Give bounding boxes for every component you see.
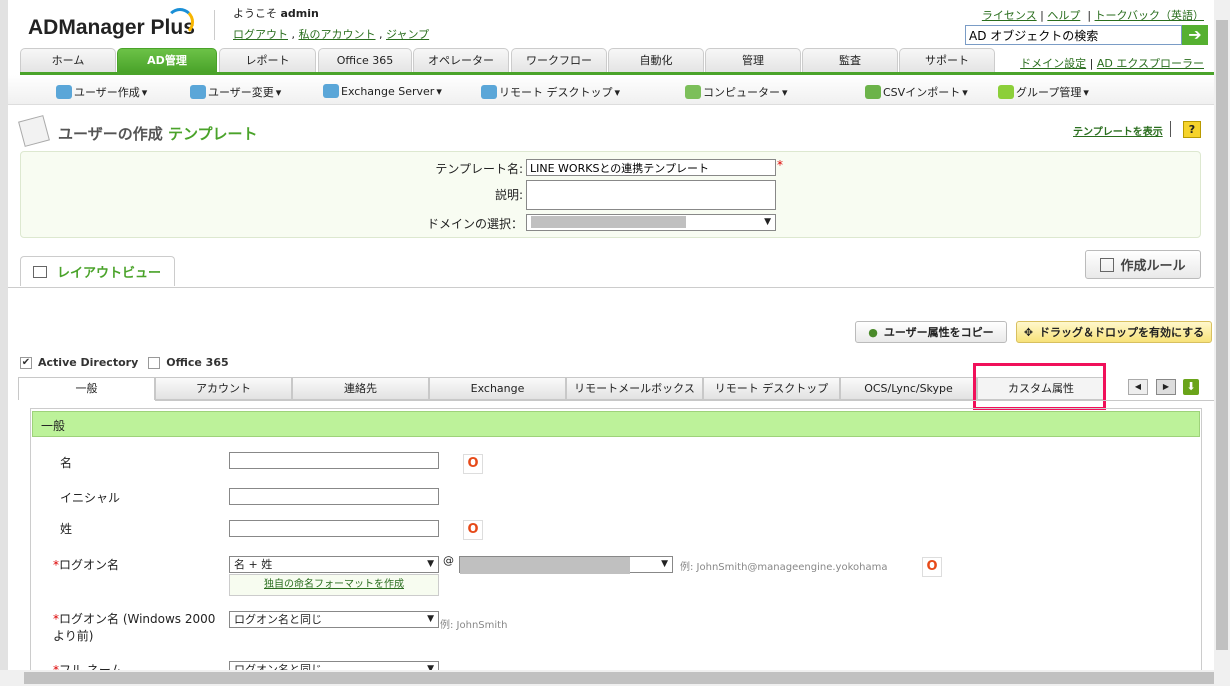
submenu-group-management[interactable]: グループ管理 ▾ bbox=[998, 84, 1089, 100]
last-name-label: 姓 bbox=[60, 522, 73, 536]
tab-audit[interactable]: 監査 bbox=[802, 48, 898, 72]
welcome-text: ようこそ bbox=[233, 7, 277, 20]
vertical-scrollbar[interactable] bbox=[1214, 0, 1230, 670]
first-name-label: 名 bbox=[60, 456, 73, 470]
active-directory-checkbox[interactable]: ✔ bbox=[20, 356, 32, 369]
template-name-input[interactable] bbox=[526, 159, 776, 176]
tab-exchange[interactable]: Exchange bbox=[429, 377, 566, 400]
submenu-computer[interactable]: コンピューター ▾ bbox=[685, 84, 788, 100]
tab-scroll-left-button[interactable]: ◀ bbox=[1128, 379, 1148, 395]
last-name-input[interactable] bbox=[229, 520, 439, 537]
custom-naming-format-link[interactable]: 独自の命名フォーマットを作成 bbox=[264, 579, 404, 590]
logout-link[interactable]: ログアウト bbox=[233, 28, 288, 41]
submenu-remote-desktop[interactable]: リモート デスクトップ ▾ bbox=[481, 84, 620, 100]
ad-explorer-link[interactable]: AD エクスプローラー bbox=[1097, 57, 1204, 70]
template-icon bbox=[18, 115, 50, 147]
tab-ocs-lync-skype[interactable]: OCS/Lync/Skype bbox=[840, 377, 977, 400]
help-button[interactable]: ? bbox=[1183, 121, 1201, 138]
creation-rules-button[interactable]: 作成ルール bbox=[1085, 250, 1201, 279]
tab-home[interactable]: ホーム bbox=[20, 48, 116, 72]
user-remote-icon bbox=[481, 85, 497, 99]
user-mail-icon bbox=[323, 84, 339, 98]
tab-general[interactable]: 一般 bbox=[18, 377, 155, 400]
layout-view-tab[interactable]: レイアウトビュー bbox=[20, 256, 175, 286]
my-account-link[interactable]: 私のアカウント bbox=[299, 28, 376, 41]
submenu-create-user[interactable]: ユーザー作成 ▾ bbox=[56, 84, 147, 100]
pre2000-logon-label: ログオン名 (Windows 2000 より前) bbox=[53, 612, 216, 643]
tab-dropdown-button[interactable]: ⬇ bbox=[1183, 379, 1199, 395]
tab-account[interactable]: アカウント bbox=[155, 377, 292, 400]
domain-settings-link[interactable]: ドメイン設定 bbox=[1020, 57, 1086, 70]
first-name-input[interactable] bbox=[229, 452, 439, 469]
divider bbox=[1170, 121, 1171, 137]
template-name-label: テンプレート名: bbox=[435, 162, 523, 176]
tab-scroll-right-button[interactable]: ▶ bbox=[1156, 379, 1176, 395]
enable-drag-drop-button[interactable]: ✥ ドラッグ＆ドロップを有効にする bbox=[1016, 321, 1212, 343]
initials-input[interactable] bbox=[229, 488, 439, 505]
show-template-link[interactable]: テンプレートを表示 bbox=[1073, 123, 1163, 138]
page-title: ユーザーの作成 テンプレート bbox=[58, 125, 258, 143]
search-go-button[interactable]: ➔ bbox=[1182, 25, 1208, 45]
section-header: 一般 bbox=[32, 411, 1200, 437]
license-link[interactable]: ライセンス bbox=[982, 9, 1037, 22]
logon-name-format-select[interactable]: 名 + 姓 ▼ bbox=[229, 556, 439, 573]
office365-icon[interactable]: O bbox=[463, 520, 483, 540]
divider bbox=[8, 287, 1214, 288]
logo-arc-icon bbox=[166, 8, 194, 36]
at-sign: @ bbox=[443, 554, 454, 567]
divider bbox=[155, 400, 1214, 401]
tab-admin[interactable]: 管理 bbox=[705, 48, 801, 72]
pre2000-logon-select[interactable]: ログオン名と同じ ▼ bbox=[229, 611, 439, 628]
username: admin bbox=[280, 7, 319, 20]
logon-example: 例: JohnSmith@manageengine.yokohama bbox=[680, 562, 888, 573]
tab-automation[interactable]: 自動化 bbox=[608, 48, 704, 72]
user-add-icon bbox=[56, 85, 72, 99]
tab-remote-desktop[interactable]: リモート デスクトップ bbox=[703, 377, 840, 400]
jump-link[interactable]: ジャンプ bbox=[386, 28, 429, 41]
submenu-csv-import[interactable]: CSVインポート ▾ bbox=[865, 84, 968, 100]
copy-user-attributes-button[interactable]: ● ユーザー属性をコピー bbox=[855, 321, 1007, 343]
layout-icon bbox=[33, 265, 47, 278]
submenu-modify-user[interactable]: ユーザー変更 ▾ bbox=[190, 84, 281, 100]
ad-object-search-input[interactable] bbox=[965, 25, 1182, 45]
user-edit-icon bbox=[190, 85, 206, 99]
highlight-box bbox=[973, 363, 1106, 410]
tab-contact[interactable]: 連絡先 bbox=[292, 377, 429, 400]
tab-remote-mailbox[interactable]: リモートメールボックス bbox=[566, 377, 703, 400]
move-icon: ✥ bbox=[1023, 325, 1034, 339]
description-textarea[interactable] bbox=[526, 180, 776, 210]
initials-label: イニシャル bbox=[60, 491, 121, 505]
group-icon bbox=[998, 85, 1014, 99]
tab-reports[interactable]: レポート bbox=[219, 48, 316, 72]
talkback-link[interactable]: トークバック（英語） bbox=[1095, 9, 1204, 22]
pre2000-example: 例: JohnSmith bbox=[440, 620, 508, 631]
custom-naming-format-box: 独自の命名フォーマットを作成 bbox=[229, 574, 439, 596]
help-link[interactable]: ヘルプ bbox=[1047, 9, 1080, 22]
description-label: 説明: bbox=[494, 188, 523, 202]
rules-icon bbox=[1100, 257, 1115, 272]
horizontal-scrollbar[interactable] bbox=[0, 670, 1230, 686]
upn-suffix-select[interactable]: ▼ bbox=[459, 556, 673, 574]
office365-checkbox[interactable] bbox=[148, 356, 161, 369]
tab-support[interactable]: サポート bbox=[899, 48, 995, 72]
office365-icon[interactable]: O bbox=[922, 557, 942, 577]
tab-ad-management[interactable]: AD管理 bbox=[117, 48, 217, 72]
domain-select-label: ドメインの選択： bbox=[426, 217, 523, 231]
divider bbox=[214, 10, 215, 40]
tab-operator[interactable]: オペレーター bbox=[413, 48, 509, 72]
logon-name-label: ログオン名 bbox=[59, 558, 120, 572]
csv-import-icon bbox=[865, 85, 881, 99]
left-edge bbox=[0, 0, 8, 686]
tab-workflow[interactable]: ワークフロー bbox=[511, 48, 607, 72]
computer-icon bbox=[685, 85, 701, 99]
submenu-exchange[interactable]: Exchange Server ▾ bbox=[323, 84, 442, 98]
tab-office365[interactable]: Office 365 bbox=[318, 48, 412, 72]
office365-icon[interactable]: O bbox=[463, 454, 483, 474]
domain-select[interactable]: ▼ bbox=[526, 214, 776, 231]
